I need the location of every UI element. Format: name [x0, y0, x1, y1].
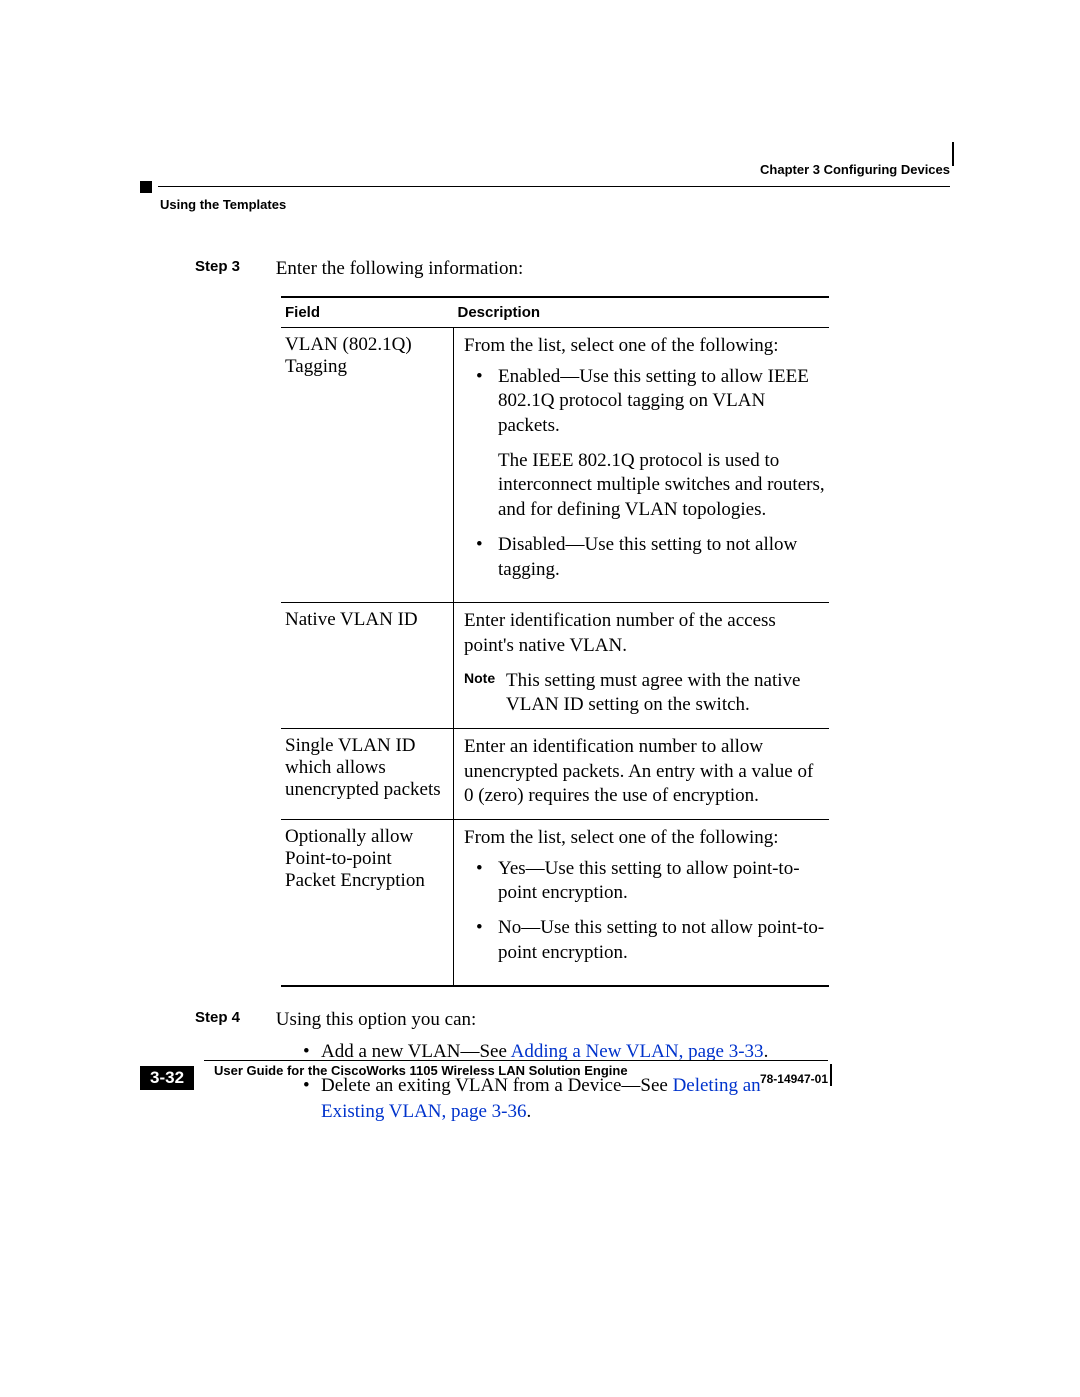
field-description-table: Field Description VLAN (802.1Q) Tagging … — [281, 296, 829, 987]
page-footer: User Guide for the CiscoWorks 1105 Wirel… — [140, 1052, 828, 1078]
field-desc: From the list, select one of the followi… — [454, 328, 830, 603]
bullet-text: Yes—Use this setting to allow point-to-p… — [498, 858, 800, 904]
col-field: Field — [281, 297, 454, 328]
field-name: VLAN (802.1Q) Tagging — [281, 328, 454, 603]
bullet-pre: Delete an exiting VLAN from a Device—See — [321, 1075, 673, 1096]
page-number: 3-32 — [140, 1066, 194, 1090]
row-bullets: Enabled—Use this setting to allow IEEE 8… — [464, 365, 825, 583]
field-name: Single VLAN ID which allows unencrypted … — [281, 728, 454, 819]
page: Chapter 3 Configuring Devices Using the … — [0, 0, 1080, 1397]
note-text: This setting must agree with the native … — [506, 669, 825, 718]
bullet-item: No—Use this setting to not allow point-t… — [482, 916, 825, 965]
row-intro: Enter identification number of the acces… — [464, 609, 825, 658]
table-row: Single VLAN ID which allows unencrypted … — [281, 728, 829, 819]
bullet-text: No—Use this setting to not allow point-t… — [498, 917, 824, 963]
bullet-item: Disabled—Use this setting to not allow t… — [482, 533, 825, 582]
step-3-label: Step 3 — [195, 258, 271, 275]
document-number: 78-14947-01 — [760, 1072, 828, 1086]
note-block: Note This setting must agree with the na… — [464, 669, 825, 718]
note-label: Note — [464, 669, 506, 718]
table-row: Optionally allow Point-to-point Packet E… — [281, 820, 829, 987]
table-header-row: Field Description — [281, 297, 829, 328]
bullet-post: . — [526, 1101, 531, 1122]
step-4-text: Using this option you can: — [276, 1009, 477, 1030]
step-3-text: Enter the following information: — [276, 258, 523, 279]
field-desc: Enter identification number of the acces… — [454, 603, 830, 729]
footer-vertical-mark — [830, 1064, 832, 1086]
header-square-marker — [140, 181, 152, 193]
section-title: Using the Templates — [160, 197, 950, 212]
step-3: Step 3 Enter the following information: — [195, 258, 827, 280]
row-intro: From the list, select one of the followi… — [464, 334, 825, 359]
page-body: Step 3 Enter the following information: … — [195, 250, 827, 1140]
header-vertical-mark — [952, 142, 954, 166]
row-intro: From the list, select one of the followi… — [464, 826, 825, 851]
bullet-item: Enabled—Use this setting to allow IEEE 8… — [482, 365, 825, 523]
row-bullets: Yes—Use this setting to allow point-to-p… — [464, 857, 825, 966]
table-row: Native VLAN ID Enter identification numb… — [281, 603, 829, 729]
bullet-text: Disabled—Use this setting to not allow t… — [498, 534, 797, 580]
step-4-label: Step 4 — [195, 1009, 271, 1026]
field-desc: From the list, select one of the followi… — [454, 820, 830, 987]
bullet-item: Delete an exiting VLAN from a Device—See… — [303, 1073, 827, 1124]
bullet-item: Yes—Use this setting to allow point-to-p… — [482, 857, 825, 906]
bullet-subtext: The IEEE 802.1Q protocol is used to inte… — [498, 449, 825, 523]
row-intro: Enter an identification number to allow … — [464, 735, 825, 809]
table-row: VLAN (802.1Q) Tagging From the list, sel… — [281, 328, 829, 603]
field-name: Native VLAN ID — [281, 603, 454, 729]
footer-rule — [140, 1052, 828, 1066]
chapter-label: Chapter 3 Configuring Devices — [140, 162, 950, 181]
field-desc: Enter an identification number to allow … — [454, 728, 830, 819]
col-description: Description — [454, 297, 830, 328]
field-name: Optionally allow Point-to-point Packet E… — [281, 820, 454, 987]
bullet-text: Enabled—Use this setting to allow IEEE 8… — [498, 366, 809, 436]
page-header: Chapter 3 Configuring Devices Using the … — [140, 162, 950, 212]
header-rule — [140, 181, 950, 195]
